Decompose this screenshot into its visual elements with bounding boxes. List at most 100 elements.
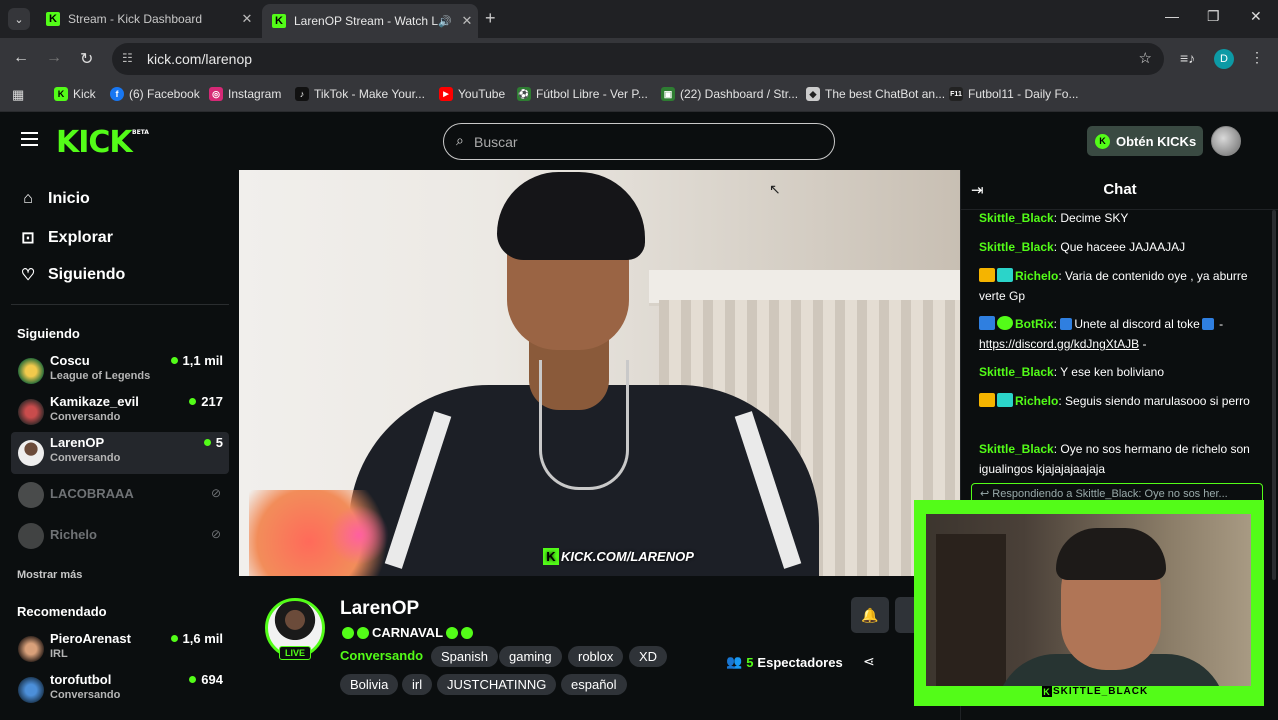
nav-home[interactable]: ⌂ Inicio bbox=[17, 190, 90, 208]
chat-link[interactable]: https://discord.gg/kdJngXtAJB bbox=[979, 337, 1139, 351]
chat-username[interactable]: Skittle_Black bbox=[979, 240, 1054, 254]
url-text: kick.com/larenop bbox=[147, 51, 253, 67]
close-window-icon[interactable]: ✕ bbox=[1250, 8, 1262, 25]
tag[interactable]: JUSTCHATINNG bbox=[437, 674, 557, 695]
chat-message: BotRix: Unete al discord al toke - https… bbox=[979, 316, 1224, 351]
tab-title: Stream - Kick Dashboard bbox=[68, 12, 203, 26]
site-info-icon[interactable]: ☷ bbox=[122, 51, 133, 65]
chat-title: Chat bbox=[1103, 181, 1137, 198]
user-avatar[interactable] bbox=[1211, 126, 1241, 156]
offline-icon: ⊘ bbox=[210, 486, 221, 500]
kick-logo-icon: K bbox=[1042, 686, 1052, 697]
bookmark-kick[interactable]: K Kick bbox=[54, 87, 96, 101]
tag[interactable]: Bolivia bbox=[340, 674, 399, 695]
chat-username[interactable]: Skittle_Black bbox=[979, 365, 1054, 379]
minimize-icon[interactable]: — bbox=[1165, 8, 1179, 24]
tag[interactable]: gaming bbox=[499, 646, 562, 667]
get-kicks-button[interactable]: K Obtén KICKs bbox=[1087, 126, 1203, 156]
chat-message: Richelo: Seguis siendo marulasooo si per… bbox=[979, 391, 1263, 411]
channel-name: Coscu bbox=[50, 353, 90, 368]
hamburger-menu-icon[interactable] bbox=[21, 132, 38, 146]
browser-tab-dashboard[interactable]: K Stream - Kick Dashboard ✕ bbox=[36, 4, 258, 34]
viewer-value: 1,1 mil bbox=[182, 353, 223, 368]
bookmark-label: TikTok - Make Your... bbox=[314, 87, 425, 101]
chat-username[interactable]: BotRix bbox=[1015, 317, 1054, 331]
bookmark-instagram[interactable]: ◎ Instagram bbox=[209, 87, 281, 101]
home-icon: ⌂ bbox=[23, 190, 33, 207]
chat-username[interactable]: Skittle_Black bbox=[979, 442, 1054, 456]
chat-message: Skittle_Black: Decime SKY bbox=[979, 211, 1129, 225]
bookmark-tiktok[interactable]: ♪ TikTok - Make Your... bbox=[295, 87, 425, 101]
bookmark-chatbot[interactable]: ◆ The best ChatBot an... bbox=[806, 87, 945, 101]
chat-username[interactable]: Richelo bbox=[1015, 394, 1058, 408]
viewer-count: 1,6 mil bbox=[170, 631, 223, 646]
stream-category-link[interactable]: Conversando bbox=[340, 648, 423, 663]
sidebar-channel-lacobraaa[interactable]: LACOBRAAA ⊘ bbox=[11, 474, 229, 516]
crown-badge-icon bbox=[979, 393, 995, 407]
live-dot-icon bbox=[170, 635, 178, 642]
close-tab-icon[interactable]: ✕ bbox=[456, 13, 478, 29]
profile-avatar[interactable]: D bbox=[1214, 49, 1234, 69]
video-player[interactable]: K KICK.COM/LARENOP bbox=[239, 170, 960, 576]
channel-name: PieroArenast bbox=[50, 631, 131, 646]
live-dot-icon bbox=[189, 676, 197, 683]
restore-icon[interactable]: ❐ bbox=[1207, 8, 1220, 25]
forward-icon[interactable]: → bbox=[46, 49, 62, 67]
nav-following[interactable]: ♡ Siguiendo bbox=[17, 265, 126, 285]
channel-name: Kamikaze_evil bbox=[50, 394, 139, 409]
bookmark-star-icon[interactable]: ☆ bbox=[1139, 49, 1152, 67]
speaker-icon[interactable]: 🔊 bbox=[438, 15, 452, 28]
sidebar-channel-pieroarenast[interactable]: PieroArenast IRL 1,6 mil bbox=[11, 628, 229, 670]
bookmark-youtube[interactable]: ▶ YouTube bbox=[439, 87, 505, 101]
stream-title: CARNAVAL bbox=[342, 625, 476, 640]
back-icon[interactable]: ← bbox=[13, 49, 29, 67]
avatar bbox=[18, 677, 44, 703]
sidebar-channel-kamikaze[interactable]: Kamikaze_evil Conversando 217 bbox=[11, 391, 229, 433]
browser-menu-icon[interactable]: ⋮ bbox=[1250, 49, 1264, 66]
bookmark-label: (6) Facebook bbox=[129, 87, 200, 101]
kick-logo[interactable]: KICK BETA bbox=[56, 125, 149, 160]
apps-grid-icon[interactable]: ▦ bbox=[12, 87, 24, 103]
streamer-name[interactable]: LarenOP bbox=[340, 598, 419, 620]
browser-tab-stream[interactable]: K LarenOP Stream - Watch Liv 🔊 ✕ bbox=[262, 4, 478, 38]
tab-search-button[interactable]: ⌄ bbox=[8, 8, 30, 30]
search-input[interactable]: ⌕ Buscar bbox=[443, 123, 835, 160]
nav-explore[interactable]: ⊡ Explorar bbox=[17, 228, 113, 248]
follow-button[interactable] bbox=[895, 597, 915, 633]
close-tab-icon[interactable]: ✕ bbox=[236, 11, 258, 27]
bot-badge-icon bbox=[979, 316, 995, 330]
chat-scrollbar[interactable] bbox=[1272, 210, 1276, 580]
bookmark-label: Futbol11 - Daily Fo... bbox=[968, 87, 1079, 101]
tag[interactable]: XD bbox=[629, 646, 668, 667]
soccer-icon: ⚽ bbox=[517, 87, 531, 101]
tag[interactable]: roblox bbox=[568, 646, 624, 667]
new-tab-button[interactable]: + bbox=[485, 8, 496, 29]
bookmark-futbol-libre[interactable]: ⚽ Fútbol Libre - Ver P... bbox=[517, 87, 648, 101]
tag[interactable]: irl bbox=[402, 674, 433, 695]
sidebar-channel-larenop[interactable]: LarenOP Conversando 5 bbox=[11, 432, 229, 474]
sidebar-channel-coscu[interactable]: Coscu League of Legends 1,1 mil bbox=[11, 350, 229, 392]
sidebar-channel-richelo[interactable]: Richelo ⊘ bbox=[11, 515, 229, 557]
notification-bell-button[interactable]: 🔔 bbox=[851, 597, 889, 633]
chat-text: Seguis siendo marulasooo si perro bbox=[1065, 394, 1250, 408]
bookmark-dashboard[interactable]: ▣ (22) Dashboard / Str... bbox=[661, 87, 798, 101]
bookmark-label: Kick bbox=[73, 87, 96, 101]
bookmark-futbol11[interactable]: F11 Futbol11 - Daily Fo... bbox=[949, 87, 1078, 101]
media-control-icon[interactable]: ≡♪ bbox=[1180, 50, 1195, 66]
channel-name: Richelo bbox=[50, 527, 97, 542]
url-field[interactable]: ☷ kick.com/larenop ☆ bbox=[112, 43, 1164, 75]
chat-text: Y ese ken boliviano bbox=[1060, 365, 1165, 379]
tag[interactable]: español bbox=[561, 674, 627, 695]
show-more-link[interactable]: Mostrar más bbox=[17, 569, 82, 581]
tag[interactable]: Spanish bbox=[431, 646, 498, 667]
chat-username[interactable]: Richelo bbox=[1015, 269, 1058, 283]
bookmark-facebook[interactable]: f (6) Facebook bbox=[110, 87, 200, 101]
share-icon[interactable]: ⋖ bbox=[863, 653, 875, 670]
avatar bbox=[18, 358, 44, 384]
sidebar-channel-torofutbol[interactable]: torofutbol Conversando 694 bbox=[11, 669, 229, 711]
bookmark-label: The best ChatBot an... bbox=[825, 87, 946, 101]
reload-icon[interactable]: ↻ bbox=[80, 49, 93, 69]
viewer-count: 694 bbox=[189, 672, 223, 687]
get-kicks-label: Obtén KICKs bbox=[1116, 133, 1197, 149]
chat-username[interactable]: Skittle_Black bbox=[979, 211, 1054, 225]
